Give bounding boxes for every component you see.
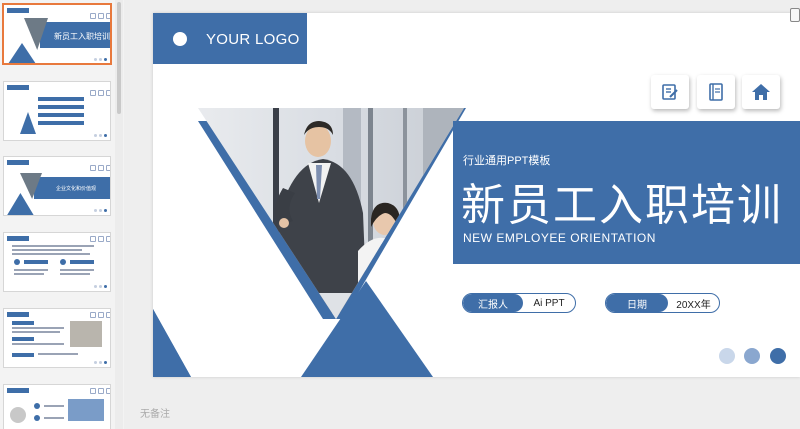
reporter-pill: 汇报人 Ai PPT xyxy=(462,293,576,313)
notes-placeholder[interactable]: 无备注 xyxy=(140,405,170,420)
slide-thumbnail-1[interactable]: 新员工入职培训 xyxy=(2,3,112,65)
slide-thumbnail-4[interactable] xyxy=(3,232,111,292)
reporter-label: 汇报人 xyxy=(463,294,523,312)
page-dot-1[interactable] xyxy=(719,348,735,364)
english-subtitle: NEW EMPLOYEE ORIENTATION xyxy=(463,231,656,245)
date-label: 日期 xyxy=(606,294,668,312)
home-icon[interactable] xyxy=(742,75,780,109)
slide-thumbnail-5[interactable] xyxy=(3,308,111,368)
slide-thumbnail-3[interactable]: 企业文化和价值观 xyxy=(3,156,111,216)
slide-canvas[interactable]: YOUR LOGO 行业通用PPT模板 新员工入职培训 NEW EMPLOYEE… xyxy=(153,13,800,377)
slide-thumbnail-panel: 新员工入职培训 企业文化和价值观 xyxy=(0,0,124,429)
template-subtitle: 行业通用PPT模板 xyxy=(463,155,551,167)
page-title: 新员工入职培训 xyxy=(461,181,783,230)
logo-block: YOUR LOGO xyxy=(153,13,307,64)
logo-circle-icon xyxy=(173,32,187,46)
thumb-scroll-handle[interactable] xyxy=(117,2,121,114)
side-toolbar-button[interactable] xyxy=(790,8,800,22)
thumb-title: 企业文化和价值观 xyxy=(56,186,97,192)
thumb-title: 新员工入职培训 xyxy=(54,32,110,41)
page-dot-3[interactable] xyxy=(770,348,786,364)
date-pill: 日期 20XX年 xyxy=(605,293,720,313)
reporter-value: Ai PPT xyxy=(533,297,565,309)
logo-text: YOUR LOGO xyxy=(206,31,300,48)
book-icon[interactable] xyxy=(697,75,735,109)
slide-thumbnail-2[interactable] xyxy=(3,81,111,141)
page-dot-2[interactable] xyxy=(744,348,760,364)
business-people-photo xyxy=(198,108,464,319)
edit-icon[interactable] xyxy=(651,75,689,109)
slide-thumbnail-6[interactable] xyxy=(3,384,111,429)
date-value: 20XX年 xyxy=(676,299,711,311)
